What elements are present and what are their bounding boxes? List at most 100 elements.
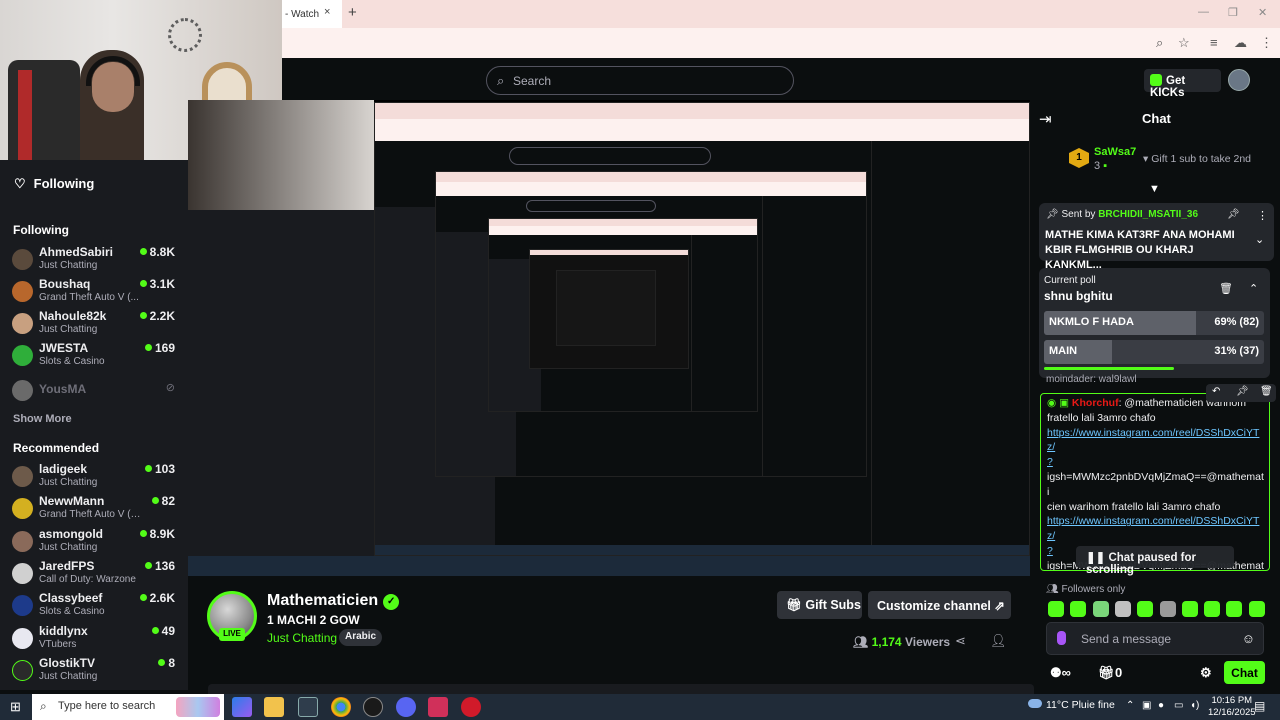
chat-paused-banner[interactable]: ❚❚ Chat paused for scrolling: [1076, 546, 1234, 576]
emote-icon[interactable]: [1114, 601, 1131, 617]
language-tag[interactable]: Arabic: [339, 629, 383, 646]
emoji-icon[interactable]: ☺: [1242, 631, 1255, 646]
highlighted-chat-message[interactable]: ◉ ▣ Khorchuf: @mathematicien warihom frat…: [1040, 393, 1270, 571]
chat-author[interactable]: Khorchuf: [1072, 397, 1119, 409]
taskbar-search[interactable]: ⌕: [32, 694, 224, 720]
microphone-tray-icon[interactable]: ●: [1158, 700, 1164, 711]
emote-icon[interactable]: [1070, 601, 1087, 617]
volume-icon[interactable]: ◖): [1190, 700, 1199, 711]
bookmark-star-icon[interactable]: ☆: [1178, 35, 1190, 51]
pin-icon[interactable]: 📌︎: [1236, 386, 1249, 397]
sidebar-item-glostiktv[interactable]: GlostikTV Just Chatting 8: [12, 656, 182, 688]
sidebar-item-ladigeek[interactable]: ladigeek Just Chatting 103: [12, 462, 182, 494]
emote-icon[interactable]: [1092, 601, 1109, 617]
clock[interactable]: 10:16 PM 12/16/2025: [1208, 695, 1256, 719]
unpin-icon[interactable]: 📌︎: [1227, 209, 1240, 220]
windows-start-icon[interactable]: ⊞: [10, 699, 21, 715]
poll-option[interactable]: MAIN 31% (37): [1044, 340, 1264, 364]
sidebar-item-jaredfps[interactable]: JaredFPS Call of Duty: Warzone 136: [12, 559, 182, 591]
collapse-chat-icon[interactable]: ⇥: [1039, 110, 1052, 128]
report-user-icon[interactable]: 👤︎: [990, 633, 1007, 649]
video-player[interactable]: [188, 100, 1030, 576]
sidebar-item-boushaq[interactable]: Boushaq Grand Theft Auto V (... 3.1K: [12, 277, 182, 309]
show-hidden-icons[interactable]: ⌃: [1126, 700, 1134, 711]
taskbar-search-input[interactable]: [58, 700, 188, 712]
streamer-name[interactable]: Mathematicien ✓: [267, 592, 400, 610]
tab-close-icon[interactable]: ×: [324, 6, 330, 18]
browser-tab[interactable]: - Watch ×: [282, 0, 342, 28]
emote-icon[interactable]: [1226, 601, 1243, 617]
emote-icon[interactable]: [1137, 601, 1154, 617]
profile-icon[interactable]: ☁: [1234, 35, 1247, 51]
chat-message-link[interactable]: https://www.instagram.com/reel/DSShDxCiY…: [1047, 514, 1265, 544]
chat-input[interactable]: [1081, 631, 1231, 647]
kicks-infinity-icon[interactable]: ⚉∞: [1050, 665, 1071, 681]
emote-icon[interactable]: [1181, 601, 1198, 617]
emote-icon[interactable]: [1159, 601, 1176, 617]
chrome-icon[interactable]: [331, 697, 351, 717]
search-input[interactable]: [513, 72, 783, 90]
top-gifter-count: 3 ▪: [1094, 160, 1107, 172]
zoom-icon[interactable]: ⌕: [1156, 35, 1163, 51]
more-options-icon[interactable]: ⋮: [1257, 209, 1268, 222]
get-kicks-button[interactable]: Get KICKs: [1144, 69, 1221, 99]
pinned-message[interactable]: 📌︎ Sent by BRCHIDII_MSATII_36 📌︎ ⋮ MATHE…: [1039, 203, 1274, 271]
sidebar-item-ahmedsabiri[interactable]: AhmedSabiri Just Chatting 8.8K: [12, 245, 182, 277]
user-avatar[interactable]: [1228, 69, 1250, 91]
settings-gear-icon[interactable]: ⚙: [1200, 665, 1212, 681]
chat-message-link[interactable]: https://www.instagram.com/reel/DSShDxCiY…: [1047, 426, 1265, 456]
emote-icon[interactable]: [1248, 601, 1265, 617]
browser-menu-icon[interactable]: ⋮: [1260, 35, 1273, 51]
store-icon[interactable]: [298, 697, 318, 717]
heart-icon: ♡: [14, 176, 26, 191]
chevron-up-icon[interactable]: ⌃: [1249, 282, 1258, 295]
share-icon[interactable]: ⋖: [955, 633, 966, 649]
sidebar-following-nav[interactable]: ♡ Following: [14, 176, 94, 192]
weather-widget[interactable]: 11°C Pluie fine: [1028, 699, 1115, 711]
close-window-icon[interactable]: ✕: [1258, 6, 1267, 19]
microphone-icon[interactable]: [1057, 631, 1066, 645]
sidebar-item-kiddlynx[interactable]: kiddlynx VTubers 49: [12, 624, 182, 656]
scroll-down-icon[interactable]: ▼: [1149, 183, 1160, 195]
media-icon[interactable]: ≡: [1210, 35, 1218, 50]
maximize-icon[interactable]: ❐: [1228, 6, 1238, 19]
customize-channel-button[interactable]: Customize channel ⇗: [868, 591, 1011, 619]
meet-now-icon[interactable]: ▣: [1142, 700, 1151, 711]
sidebar-item-nahoule82k[interactable]: Nahoule82k Just Chatting 2.2K: [12, 309, 182, 341]
gift-icon[interactable]: 🎁︎: [1098, 665, 1115, 681]
sidebar-item-jwesta[interactable]: JWESTA Slots & Casino 169: [12, 341, 182, 373]
sidebar-item-classybeef[interactable]: Classybeef Slots & Casino 2.6K: [12, 591, 182, 623]
emote-icon[interactable]: [1204, 601, 1221, 617]
chat-message-link[interactable]: ?: [1047, 455, 1265, 470]
file-explorer-icon[interactable]: [264, 697, 284, 717]
discord-icon[interactable]: [396, 697, 416, 717]
minimize-icon[interactable]: —: [1198, 6, 1209, 18]
chevron-down-icon[interactable]: ⌄: [1255, 233, 1264, 246]
send-chat-button[interactable]: Chat: [1224, 661, 1265, 684]
search-bar[interactable]: ⌕: [486, 66, 794, 95]
stream-category-link[interactable]: Just Chatting: [267, 631, 337, 645]
reply-icon[interactable]: ↶: [1212, 386, 1220, 397]
obs-icon[interactable]: [363, 697, 383, 717]
recorder-icon[interactable]: [461, 697, 481, 717]
app-icon-red[interactable]: [428, 697, 448, 717]
nested-chat-3: [691, 235, 757, 411]
chat-input-box[interactable]: ☺: [1046, 622, 1264, 655]
copilot-icon[interactable]: [232, 697, 252, 717]
channel-category: Just Chatting: [39, 477, 98, 488]
network-icon[interactable]: ▭: [1174, 700, 1183, 711]
poll-option[interactable]: NKMLO F HADA 69% (82): [1044, 311, 1264, 335]
show-more-following[interactable]: Show More: [13, 413, 72, 425]
gift-subs-button[interactable]: 🎁︎ Gift Subs: [777, 591, 862, 619]
sidebar-item-newwmann[interactable]: NewwMann Grand Theft Auto V (GTA) 82: [12, 494, 182, 526]
top-gifter-name[interactable]: SaWsa7: [1094, 146, 1136, 158]
trash-icon[interactable]: 🗑︎: [1219, 282, 1233, 295]
sidebar-item-asmongold[interactable]: asmongold Just Chatting 8.9K: [12, 527, 182, 559]
notification-icon[interactable]: ▤: [1254, 699, 1265, 713]
sidebar-item-yousma[interactable]: YousMA ⊘: [12, 380, 182, 412]
emote-icon[interactable]: [1048, 601, 1064, 617]
new-tab-button[interactable]: +: [348, 4, 357, 21]
delete-icon[interactable]: 🗑︎: [1260, 386, 1273, 397]
channel-name: Classybeef: [39, 591, 103, 605]
gift-prompt[interactable]: ▾ Gift 1 sub to take 2nd: [1143, 153, 1251, 165]
